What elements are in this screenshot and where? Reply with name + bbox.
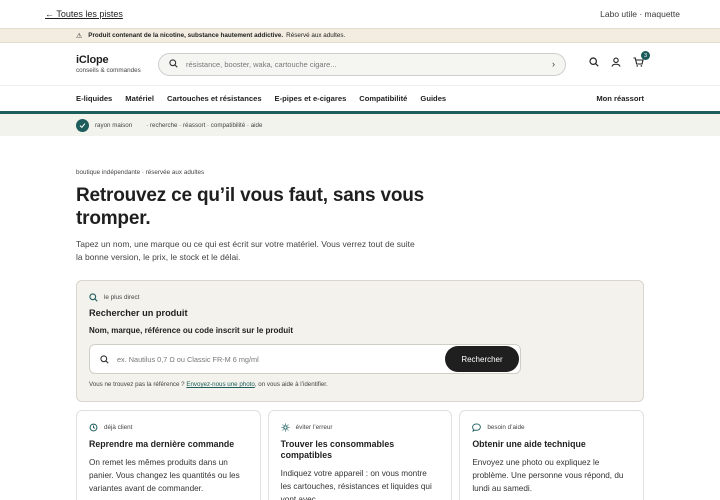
card-title: Reprendre ma dernière commande [89, 439, 235, 449]
warning-icon: ⚠ [76, 32, 83, 40]
nav-item-e-liquides[interactable]: E-liquides [76, 94, 112, 103]
user-icon[interactable] [611, 57, 621, 67]
header-icons: 3 [589, 51, 650, 67]
logo-subtitle: conseils & commandes [76, 67, 141, 74]
search-button[interactable]: Rechercher [445, 346, 519, 372]
breadcrumb-rest: · recherche · réassort · compatibilité ·… [146, 121, 263, 129]
nav-item-guides[interactable]: Guides [420, 94, 446, 103]
nav-item-cartouches[interactable]: Cartouches et résistances [167, 94, 262, 103]
search-icon [89, 293, 98, 302]
cart-button[interactable]: 3 [633, 51, 650, 67]
card-title: Trouver les consommables compatibles [280, 439, 395, 460]
main-content: boutique indépendante · réservée aux adu… [0, 169, 720, 500]
hero-kicker: boutique indépendante · réservée aux adu… [76, 169, 205, 176]
card-title: Obtenir une aide technique [472, 439, 586, 449]
cart-count-badge: 3 [641, 51, 650, 60]
search-card-title: Rechercher un produit [89, 308, 188, 318]
sun-icon [281, 423, 290, 432]
tech-help-card[interactable]: besoin d’aide Obtenir une aide technique… [459, 410, 645, 500]
nav-item-e-pipes[interactable]: E-pipes et e-cigares [275, 94, 347, 103]
card-text: Envoyez une photo ou expliquez le problè… [472, 458, 624, 493]
search-icon [169, 58, 178, 70]
note-after: , on vous aide à l’identifier. [254, 381, 328, 388]
logo[interactable]: iClope conseils & commandes [76, 54, 154, 74]
product-search-card: le plus direct Rechercher un produit Nom… [76, 280, 644, 402]
warning-text: Réservé aux adultes. [286, 32, 346, 39]
card-tag: déjà client [104, 424, 133, 431]
reorder-card[interactable]: déjà client Reprendre ma dernière comman… [76, 410, 261, 500]
breadcrumb: rayon maison · recherche · réassort · co… [0, 114, 720, 136]
nav-item-materiel[interactable]: Matériel [125, 94, 154, 103]
search-help-note: Vous ne trouvez pas la référence ? Envoy… [89, 381, 631, 388]
quick-actions: déjà client Reprendre ma dernière comman… [76, 410, 645, 500]
nav-item-compatibilite[interactable]: Compatibilité [359, 94, 407, 103]
page-title: Retrouvez ce qu’il vous faut, sans vous … [76, 185, 425, 229]
chat-icon [472, 423, 482, 432]
chevron-right-icon[interactable]: › [552, 59, 555, 69]
search-icon [100, 354, 109, 364]
product-search-input[interactable]: ex. Nautilus 0,7 Ω ou Classic FR-M 6 mg/… [89, 344, 521, 374]
nav-item-restock[interactable]: Mon réassort [596, 94, 644, 103]
nicotine-warning: ⚠ Produit contenant de la nicotine, subs… [0, 28, 720, 43]
warning-bold: Produit contenant de la nicotine, substa… [88, 32, 284, 39]
back-link[interactable]: ← Toutes les pistes [45, 9, 123, 19]
breadcrumb-first[interactable]: rayon maison [95, 122, 132, 129]
card-text: Indiquez votre appareil : on vous montre… [280, 469, 432, 500]
logo-name: iClope [76, 54, 109, 66]
note-before: Vous ne trouvez pas la référence ? [89, 381, 185, 388]
store-icon [76, 118, 89, 132]
site-header: iClope conseils & commandes résistance, … [0, 43, 720, 85]
search-icon[interactable] [589, 57, 599, 67]
prototype-label: Labo utile · maquette [600, 9, 680, 19]
search-card-tag: le plus direct [89, 293, 631, 302]
top-bar: ← Toutes les pistes Labo utile · maquett… [0, 0, 720, 28]
history-icon [89, 423, 98, 432]
send-photo-link[interactable]: Envoyez-nous une photo [186, 381, 254, 388]
compatible-card[interactable]: éviter l’erreur Trouver les consommables… [267, 410, 453, 500]
search-field-label: Nom, marque, référence ou code inscrit s… [89, 326, 294, 335]
product-search-placeholder: ex. Nautilus 0,7 Ω ou Classic FR-M 6 mg/… [117, 354, 259, 364]
card-tag: besoin d’aide [487, 424, 525, 431]
header-search-placeholder: résistance, booster, waka, cartouche cig… [186, 59, 337, 69]
search-card-tag-text: le plus direct [104, 294, 140, 301]
card-tag: éviter l’erreur [295, 424, 333, 431]
main-nav: E-liquides Matériel Cartouches et résist… [0, 85, 720, 111]
hero-lead: Tapez un nom, une marque ou ce qui est é… [76, 239, 415, 262]
header-search-input[interactable]: résistance, booster, waka, cartouche cig… [158, 52, 566, 76]
card-text: On remet les mêmes produits dans un pani… [89, 458, 240, 493]
